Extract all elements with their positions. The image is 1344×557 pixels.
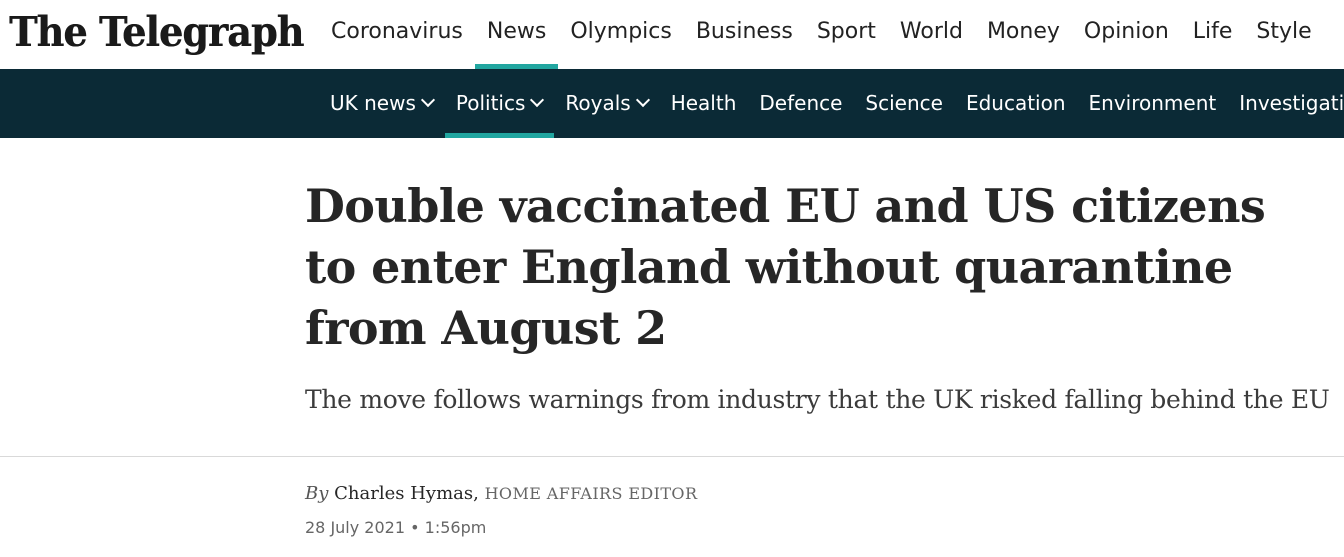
author-role: HOME AFFAIRS EDITOR (484, 484, 698, 503)
subnav-list: UK news Politics Royals Health Defence S… (319, 69, 1344, 138)
primary-nav-item-money[interactable]: Money (975, 0, 1072, 47)
primary-nav-item-life[interactable]: Life (1181, 0, 1245, 47)
primary-nav-item-news[interactable]: News (474, 0, 559, 69)
chevron-down-icon (530, 92, 545, 108)
subnav-item-label: UK news (330, 91, 416, 115)
subnav-item-royals[interactable]: Royals (554, 69, 659, 117)
subnav-item-defence[interactable]: Defence (748, 69, 854, 117)
primary-nav-item-opinion[interactable]: Opinion (1072, 0, 1181, 47)
subnav-item-investigations[interactable]: Investigations (1228, 69, 1344, 117)
subnav-item-health[interactable]: Health (660, 69, 749, 117)
subnav-item-label: Health (670, 91, 737, 115)
subnav-item-education[interactable]: Education (955, 69, 1078, 117)
subnav-item-label: Defence (759, 91, 843, 115)
byline: By Charles Hymas, HOME AFFAIRS EDITOR (305, 482, 697, 506)
subnav-item-label: Environment (1088, 91, 1217, 115)
publish-date: 28 July 2021 • 1:56pm (305, 518, 487, 537)
subnav-item-label: Education (965, 91, 1066, 115)
chevron-down-icon (420, 92, 435, 108)
subnav-item-science[interactable]: Science (854, 69, 955, 117)
author-link[interactable]: Charles Hymas, (334, 483, 479, 504)
subnav-item-label: Investigations (1239, 91, 1344, 115)
primary-nav-item-coronavirus[interactable]: Coronavirus (319, 0, 475, 47)
article-headline: Double vaccinated EU and US citizens to … (305, 179, 1266, 355)
subnav-item-politics[interactable]: Politics (444, 69, 555, 138)
primary-nav-item-sport[interactable]: Sport (805, 0, 888, 47)
byline-prefix: By (305, 483, 329, 504)
subnav-item-label: Politics (455, 91, 526, 115)
section-subnav: UK news Politics Royals Health Defence S… (0, 69, 1344, 138)
chevron-down-icon (635, 92, 650, 108)
primary-nav: Coronavirus News Olympics Business Sport… (319, 0, 1324, 69)
subnav-item-environment[interactable]: Environment (1078, 69, 1229, 117)
subnav-item-label: Royals (565, 91, 631, 115)
subnav-item-uk-news[interactable]: UK news (319, 69, 445, 117)
primary-nav-item-style[interactable]: Style (1244, 0, 1323, 47)
primary-nav-item-business[interactable]: Business (684, 0, 805, 47)
primary-nav-item-world[interactable]: World (888, 0, 975, 47)
primary-nav-item-olympics[interactable]: Olympics (558, 0, 684, 47)
top-header: The Telegraph Coronavirus News Olympics … (0, 0, 1344, 69)
subnav-item-label: Science (865, 91, 943, 115)
article-standfirst: The move follows warnings from industry … (305, 385, 1330, 414)
telegraph-logo[interactable]: The Telegraph (9, 3, 304, 61)
divider (0, 456, 1344, 457)
